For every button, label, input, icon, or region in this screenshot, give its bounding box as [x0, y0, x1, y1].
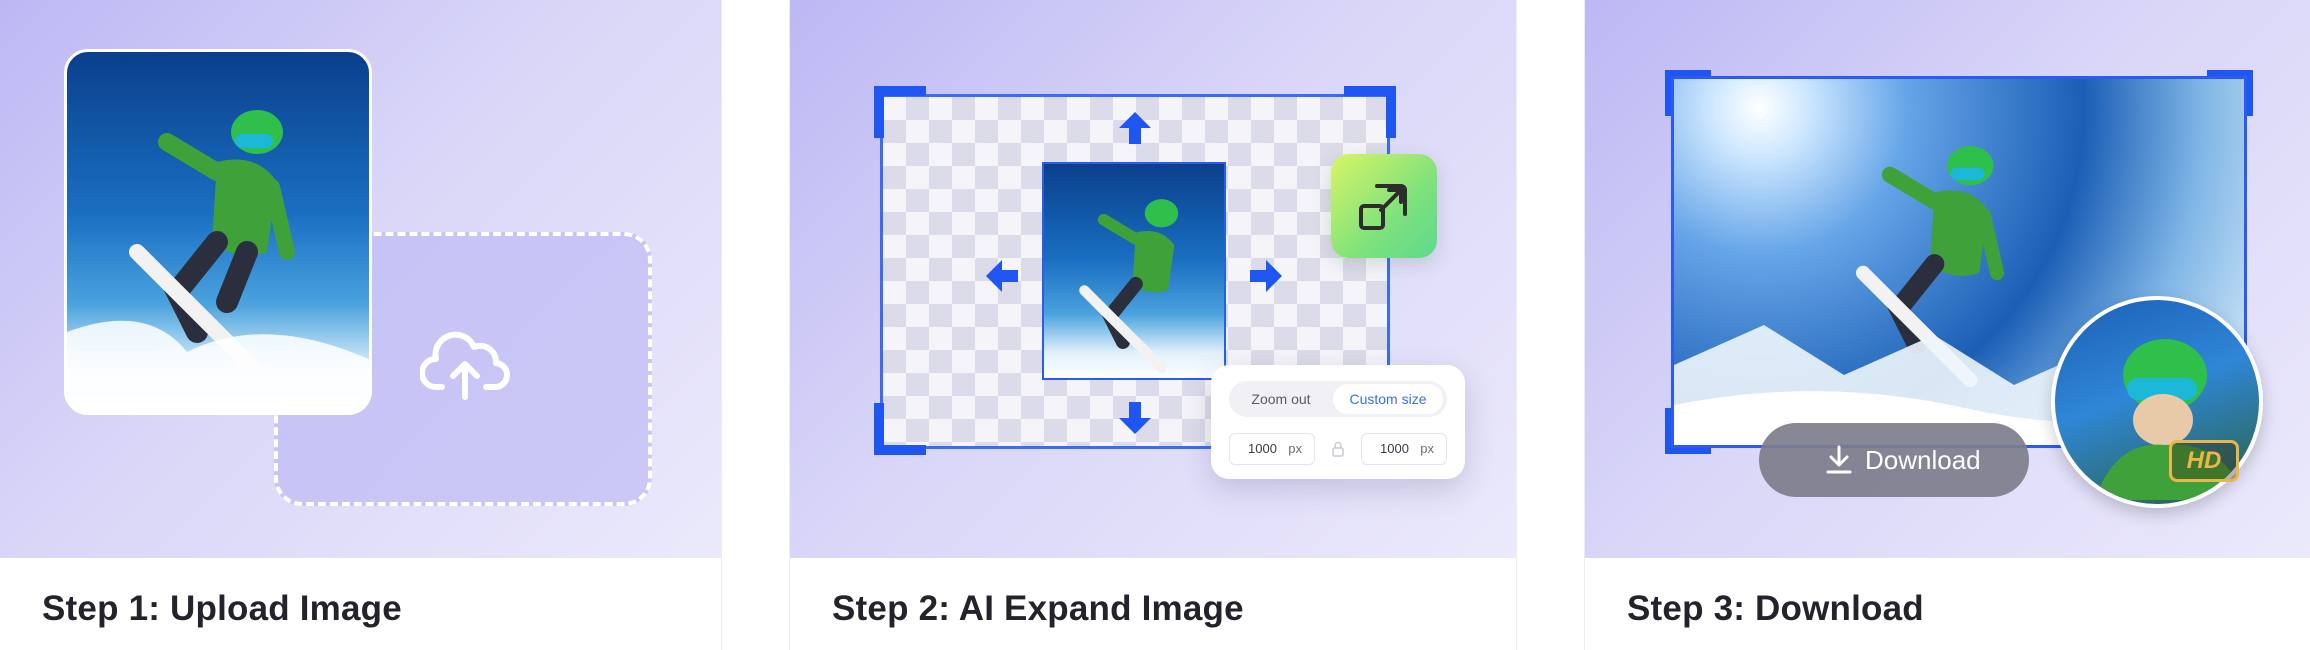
height-unit: px — [1420, 441, 1434, 456]
arrow-up-icon — [1119, 112, 1151, 144]
width-value: 1000 — [1248, 441, 1277, 456]
zoom-out-tab[interactable]: Zoom out — [1229, 381, 1333, 417]
expand-icon — [1359, 184, 1407, 230]
source-photo — [1042, 162, 1226, 380]
step-2-illustration: Zoom out Custom size 1000 px 1000 px — [790, 0, 1516, 558]
expand-button[interactable] — [1331, 154, 1437, 258]
step-2-card: Zoom out Custom size 1000 px 1000 px Ste… — [789, 0, 1517, 650]
cloud-upload-icon — [420, 331, 510, 400]
download-label: Download — [1865, 445, 1981, 475]
custom-size-tab[interactable]: Custom size — [1333, 384, 1443, 414]
width-unit: px — [1288, 441, 1302, 456]
arrow-right-icon — [1250, 260, 1282, 292]
height-value: 1000 — [1380, 441, 1409, 456]
step-title: Step 2: AI Expand Image — [832, 589, 1244, 628]
width-input[interactable]: 1000 px — [1229, 433, 1315, 465]
height-input[interactable]: 1000 px — [1361, 433, 1447, 465]
crop-corner-bottom-left[interactable] — [874, 403, 926, 455]
crop-corner-top-right[interactable] — [1344, 86, 1396, 138]
step-1-card: Step 1: Upload Image — [0, 0, 722, 650]
size-settings-panel: Zoom out Custom size 1000 px 1000 px — [1211, 365, 1465, 479]
download-icon — [1826, 445, 1852, 474]
crop-corner-top-left[interactable] — [874, 86, 926, 138]
arrow-down-icon — [1119, 402, 1151, 434]
arrow-left-icon — [986, 260, 1018, 292]
step-3-card: HD Download Step 3: Download — [1584, 0, 2310, 650]
step-title: Step 3: Download — [1627, 589, 1924, 628]
snowboarder-photo — [64, 49, 372, 415]
hd-badge: HD — [2169, 440, 2239, 482]
size-mode-toggle: Zoom out Custom size — [1229, 381, 1447, 417]
download-button[interactable]: Download — [1759, 423, 2029, 497]
step-3-illustration: HD Download — [1585, 0, 2310, 558]
lock-icon[interactable] — [1332, 441, 1344, 457]
step-1-illustration — [0, 0, 721, 558]
step-title: Step 1: Upload Image — [42, 589, 402, 628]
